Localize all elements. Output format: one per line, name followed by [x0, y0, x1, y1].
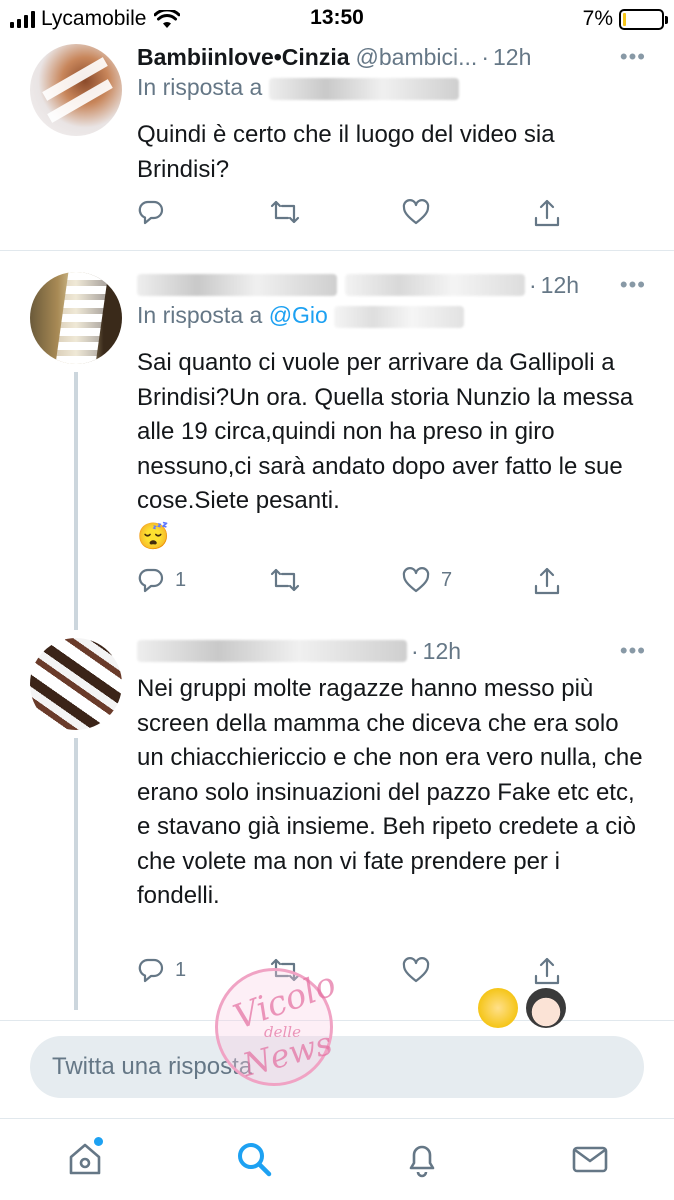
reply-button[interactable]: 1: [137, 566, 186, 594]
retweet-button[interactable]: [269, 198, 301, 226]
tweet-time: 12h: [493, 43, 532, 70]
avatar[interactable]: [30, 44, 122, 136]
share-icon: [534, 567, 560, 595]
share-button[interactable]: [533, 956, 561, 986]
author-name[interactable]: Bambiinlove•Cinzia: [137, 44, 350, 71]
redacted-mention: [334, 305, 465, 328]
tweet-actions: 1 7: [137, 566, 597, 606]
redacted-author-handle: [345, 274, 525, 296]
sleeping-emoji: 😴: [137, 520, 170, 551]
like-button[interactable]: 7: [401, 566, 452, 594]
reply-placeholder: Twitta una risposta: [52, 1053, 253, 1080]
tweet-actions: [137, 198, 597, 238]
reply-icon: [138, 958, 164, 983]
status-bar: Lycamobile 13:50 7%: [0, 0, 674, 38]
tab-home[interactable]: [61, 1135, 109, 1183]
divider: [0, 1020, 674, 1021]
divider: [0, 250, 674, 251]
messages-icon: [572, 1146, 608, 1173]
more-options-button[interactable]: •••: [620, 272, 646, 298]
tweet-text: Sai quanto ci vuole per arrivare da Gall…: [137, 349, 634, 551]
tweet-time: 12h: [540, 271, 580, 298]
redacted-author: [137, 640, 407, 662]
avatar[interactable]: [30, 272, 122, 364]
clock: 13:50: [310, 6, 364, 29]
notifications-icon: [409, 1145, 435, 1178]
more-options-button[interactable]: •••: [620, 44, 646, 70]
reply-count: 1: [175, 958, 187, 981]
battery-icon: [619, 8, 668, 30]
reply-count: 1: [175, 568, 187, 591]
heart-icon: [402, 199, 430, 225]
reply-icon: [138, 568, 164, 593]
reply-button[interactable]: [137, 198, 165, 226]
author-handle[interactable]: @bambici...: [356, 44, 478, 71]
tweet[interactable]: · 12h ••• In risposta a @Gio Sai quanto …: [0, 268, 674, 618]
tab-messages[interactable]: [566, 1135, 614, 1183]
reply-composer[interactable]: Twitta una risposta: [30, 1036, 644, 1098]
tweet-text: Nei gruppi molte ragazze hanno messo più…: [137, 675, 643, 909]
like-button[interactable]: [401, 198, 431, 226]
tweet-header: Bambiinlove•Cinzia @bambici... · 12h: [137, 43, 532, 71]
avatar[interactable]: [30, 638, 122, 730]
redacted-mention: [268, 77, 459, 100]
watermark-faces: [478, 988, 566, 1028]
battery-percentage: 7%: [582, 7, 613, 30]
tweet-time: 12h: [422, 637, 462, 664]
retweet-icon: [270, 568, 300, 592]
reply-mention[interactable]: @Gio: [269, 302, 328, 328]
share-icon: [534, 199, 560, 227]
retweet-button[interactable]: [269, 566, 301, 594]
share-button[interactable]: [533, 198, 561, 228]
reply-context: In risposta a @Gio: [137, 302, 646, 332]
tweet-header: · 12h: [137, 636, 646, 666]
like-count: 7: [441, 568, 453, 591]
more-options-button[interactable]: •••: [620, 638, 646, 664]
like-button[interactable]: [401, 956, 431, 984]
tab-search[interactable]: [230, 1135, 278, 1183]
new-content-dot: [94, 1137, 103, 1146]
bottom-tab-bar: [0, 1118, 674, 1200]
tweet-text: Quindi è certo che il luogo del video si…: [137, 121, 555, 183]
redacted-author-name: [137, 274, 337, 296]
heart-icon: [402, 957, 430, 983]
search-icon: [238, 1143, 272, 1177]
reply-button[interactable]: 1: [137, 956, 186, 984]
share-icon: [534, 957, 560, 985]
heart-icon: [402, 567, 430, 593]
tweet[interactable]: · 12h ••• Nei gruppi molte ragazze hanno…: [0, 634, 674, 1014]
retweet-icon: [270, 200, 300, 224]
share-button[interactable]: [533, 566, 561, 596]
tweet[interactable]: Bambiinlove•Cinzia @bambici... · 12h •••…: [0, 40, 674, 252]
tweet-header: · 12h: [137, 270, 646, 300]
reply-icon: [138, 200, 164, 225]
watermark-logo: Vicolo delle News: [215, 964, 341, 1086]
reply-context: In risposta a: [137, 74, 646, 104]
tab-notifications[interactable]: [398, 1135, 446, 1183]
